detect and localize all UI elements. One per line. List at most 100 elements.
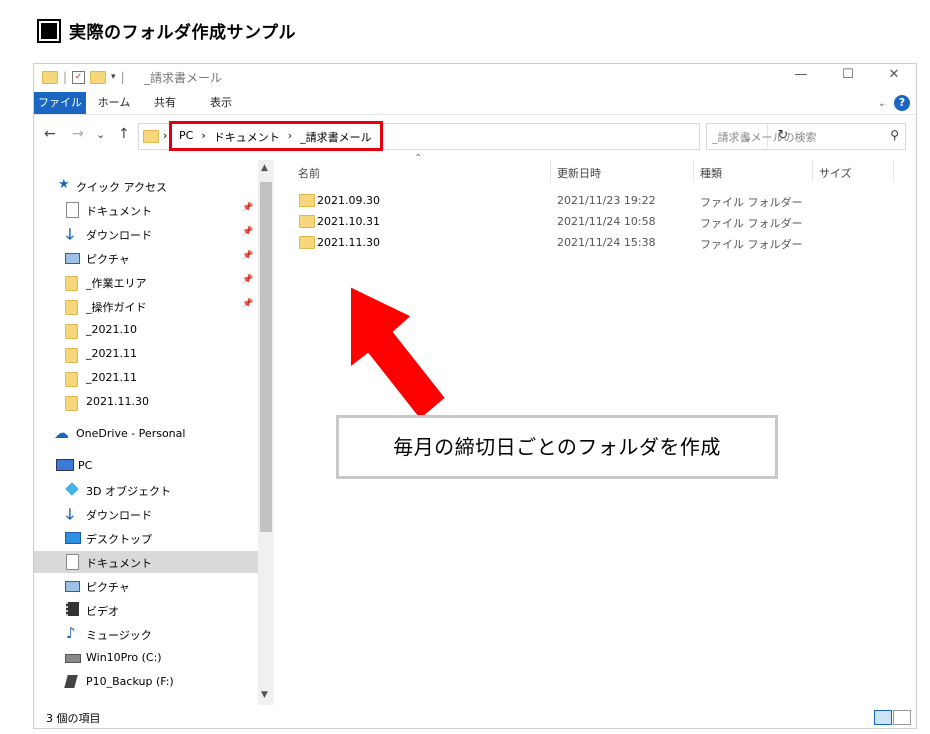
file-name: 2021.09.30 <box>317 194 380 207</box>
callout-box: 毎月の締切日ごとのフォルダを作成 <box>336 415 778 479</box>
nav-onedrive[interactable]: ☁ OneDrive - Personal <box>34 423 258 445</box>
nav-item-documents[interactable]: ドキュメント 📌 <box>34 199 258 221</box>
nav-label: _操作ガイド <box>86 301 147 314</box>
back-button[interactable]: ← <box>44 126 56 142</box>
nav-item-guide[interactable]: _操作ガイド 📌 <box>34 295 258 317</box>
pin-icon: 📌 <box>242 275 254 285</box>
help-icon[interactable]: ? <box>894 95 910 111</box>
nav-videos[interactable]: ビデオ <box>34 599 258 621</box>
folder-icon <box>143 130 159 143</box>
file-row[interactable]: 2021.11.30 2021/11/24 15:38 ファイル フォルダー <box>290 232 810 252</box>
close-button[interactable]: ✕ <box>879 67 909 82</box>
nav-drive-f[interactable]: P10_Backup (F:) <box>34 671 258 693</box>
tab-share[interactable]: 共有 <box>150 92 180 114</box>
nav-quick-access[interactable]: ★ クイック アクセス <box>34 175 258 197</box>
column-divider[interactable] <box>893 160 894 182</box>
nav-pc[interactable]: PC <box>34 455 258 477</box>
details-view-icon[interactable] <box>874 710 892 725</box>
nav-label: _2021.11 <box>86 371 137 384</box>
search-icon[interactable]: ⚲ <box>890 128 899 142</box>
document-icon <box>66 554 79 570</box>
recent-locations-button[interactable]: ⌄ <box>96 128 105 141</box>
minimize-button[interactable]: — <box>786 67 816 82</box>
address-row: ← → ⌄ ↑ › PC › ドキュメント › _請求書メール ⌄ ↻ _請求書… <box>34 119 916 153</box>
nav-label: ビデオ <box>86 605 119 618</box>
nav-label: _作業エリア <box>86 277 147 290</box>
nav-label: OneDrive - Personal <box>76 427 186 440</box>
nav-drive-c[interactable]: Win10Pro (C:) <box>34 647 258 669</box>
nav-downloads-pc[interactable]: 🡓 ダウンロード <box>34 503 258 525</box>
computer-icon <box>56 459 74 471</box>
nav-item-downloads[interactable]: 🡓 ダウンロード 📌 <box>34 223 258 245</box>
nav-item-2021-11-30[interactable]: 2021.11.30 <box>34 391 258 413</box>
folder-icon <box>65 348 78 363</box>
up-button[interactable]: ↑ <box>118 126 130 142</box>
pin-icon: 📌 <box>242 299 254 309</box>
cube-icon <box>65 482 79 496</box>
nav-scrollbar[interactable]: ▲ ▼ <box>258 160 274 705</box>
folder-icon <box>299 194 315 207</box>
column-size[interactable]: サイズ <box>819 165 852 181</box>
column-name[interactable]: 名前 <box>298 165 320 181</box>
music-icon: ♪ <box>66 624 76 642</box>
expand-ribbon-icon[interactable]: ⌄ <box>878 98 886 109</box>
nav-label: ミュージック <box>86 629 152 642</box>
search-box[interactable]: _請求書メールの検索 ⚲ <box>706 123 906 150</box>
scroll-down-icon[interactable]: ▼ <box>261 690 268 700</box>
column-divider[interactable] <box>550 160 551 182</box>
item-count: 3 個の項目 <box>46 712 101 725</box>
forward-button[interactable]: → <box>72 126 84 142</box>
nav-label: ドキュメント <box>86 557 152 570</box>
picture-icon <box>65 253 80 264</box>
scroll-up-icon[interactable]: ▲ <box>261 163 268 173</box>
tab-file[interactable]: ファイル <box>34 92 86 114</box>
file-row[interactable]: 2021.10.31 2021/11/24 10:58 ファイル フォルダー <box>290 211 810 231</box>
column-modified[interactable]: 更新日時 <box>557 165 601 181</box>
new-folder-icon[interactable] <box>90 70 107 84</box>
nav-music[interactable]: ♪ ミュージック <box>34 623 258 645</box>
video-icon <box>66 602 79 616</box>
navigation-pane: ★ クイック アクセス ドキュメント 📌 🡓 ダウンロード 📌 ピクチャ 📌 _… <box>34 160 258 705</box>
file-type: ファイル フォルダー <box>700 196 803 209</box>
nav-item-pictures[interactable]: ピクチャ 📌 <box>34 247 258 269</box>
folder-icon <box>299 236 315 249</box>
folder-icon <box>65 324 78 339</box>
pin-icon: 📌 <box>242 203 254 213</box>
search-placeholder: _請求書メールの検索 <box>712 131 817 144</box>
folder-icon <box>299 215 315 228</box>
scrollbar-thumb[interactable] <box>260 182 272 532</box>
folder-icon <box>65 396 78 411</box>
tab-view[interactable]: 表示 <box>206 92 236 114</box>
nav-item-2021-10[interactable]: _2021.10 <box>34 319 258 341</box>
nav-pictures-pc[interactable]: ピクチャ <box>34 575 258 597</box>
folder-icon[interactable] <box>42 70 58 84</box>
column-type[interactable]: 種類 <box>700 165 722 181</box>
nav-item-work-area[interactable]: _作業エリア 📌 <box>34 271 258 293</box>
tab-home[interactable]: ホーム <box>96 92 132 114</box>
picture-icon <box>65 581 80 592</box>
column-divider[interactable] <box>812 160 813 182</box>
nav-label: ピクチャ <box>86 581 130 594</box>
nav-3d-objects[interactable]: 3D オブジェクト <box>34 479 258 501</box>
nav-item-2021-11-b[interactable]: _2021.11 <box>34 367 258 389</box>
page-heading: 実際のフォルダ作成サンプル <box>37 18 296 43</box>
nav-desktop[interactable]: デスクトップ <box>34 527 258 549</box>
address-highlight-box <box>169 121 383 151</box>
explorer-window: | ✓ ▾ | _請求書メール — ☐ ✕ ファイル ホーム 共有 表示 ⌄ ?… <box>33 63 917 729</box>
status-bar: 3 個の項目 <box>34 706 916 728</box>
maximize-button[interactable]: ☐ <box>833 67 863 82</box>
nav-label: 3D オブジェクト <box>86 485 171 498</box>
nav-label: PC <box>78 459 93 472</box>
title-bar: | ✓ ▾ | _請求書メール — ☐ ✕ <box>34 64 916 90</box>
file-row[interactable]: 2021.09.30 2021/11/23 19:22 ファイル フォルダー <box>290 190 810 210</box>
folder-icon <box>65 276 78 291</box>
nav-label: _2021.10 <box>86 323 137 336</box>
file-modified: 2021/11/24 15:38 <box>557 236 656 249</box>
large-icons-view-icon[interactable] <box>893 710 911 725</box>
column-divider[interactable] <box>693 160 694 182</box>
properties-check-icon[interactable]: ✓ <box>72 70 86 84</box>
square-bullet-icon <box>37 18 61 43</box>
nav-documents-pc[interactable]: ドキュメント <box>34 551 258 573</box>
chevron-down-icon[interactable]: ▾ <box>111 72 116 82</box>
nav-item-2021-11[interactable]: _2021.11 <box>34 343 258 365</box>
